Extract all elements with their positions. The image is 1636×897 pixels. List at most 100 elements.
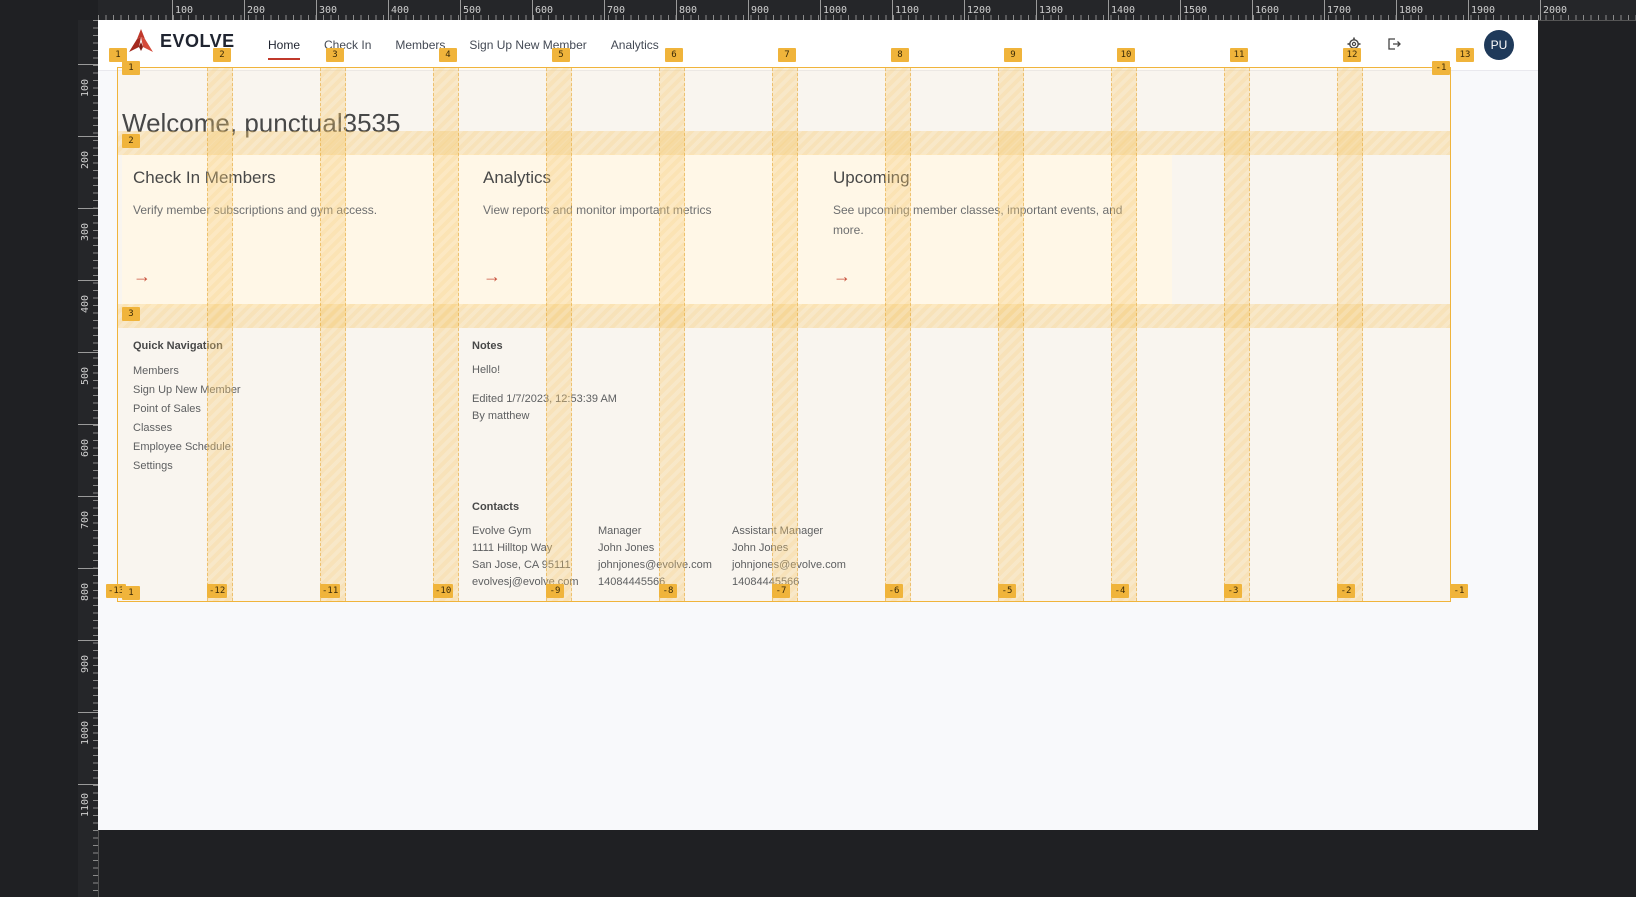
contact-phone[interactable]: 14084445566 xyxy=(598,574,732,591)
nav-link-sign-up-new-member[interactable]: Sign Up New Member xyxy=(469,32,586,58)
ruler-tick-label: 800 xyxy=(80,582,91,601)
ruler-tick-label: 1600 xyxy=(1252,0,1279,20)
ruler-tick-label: 400 xyxy=(388,0,409,20)
ruler-tick-label: 1000 xyxy=(80,720,91,745)
contact-line: San Jose, CA 95111 xyxy=(472,559,571,571)
ruler-tick-label: 1100 xyxy=(80,792,91,817)
ruler-tick-label: 800 xyxy=(676,0,697,20)
gear-icon[interactable] xyxy=(1346,37,1362,53)
card-analytics[interactable]: Analytics View reports and monitor impor… xyxy=(472,154,822,308)
contact-line: Assistant Manager xyxy=(732,525,824,537)
contacts-columns: Evolve Gym 1111 Hilltop Way San Jose, CA… xyxy=(472,523,872,591)
ruler-tick-label: 700 xyxy=(604,0,625,20)
contact-email[interactable]: johnjones@evolve.com xyxy=(732,557,872,574)
ruler-tick-label: 700 xyxy=(80,510,91,529)
ruler-tick: 200 xyxy=(78,136,98,169)
note-body: Hello! xyxy=(472,364,501,376)
ruler-tick-label: 1100 xyxy=(892,0,919,20)
logout-icon[interactable] xyxy=(1386,37,1402,53)
ruler-tick-label: 1500 xyxy=(1180,0,1207,20)
ruler-tick-label: 1700 xyxy=(1324,0,1351,20)
ruler-tick-label: 1300 xyxy=(1036,0,1063,20)
ruler-tick-label: 600 xyxy=(80,438,91,457)
ruler-tick-label: 100 xyxy=(172,0,193,20)
nav-link-check-in[interactable]: Check In xyxy=(324,32,371,58)
ruler-tick: 700 xyxy=(78,496,98,529)
quick-nav-members[interactable]: Members xyxy=(133,362,241,381)
section-title: Contacts xyxy=(472,501,520,513)
ruler-tick: 1000 xyxy=(78,712,98,745)
brand-name: EVOLVE xyxy=(160,30,235,51)
ruler-top: 100 200 300 400 500 600 700 800 900 1000 1100 1200 1… xyxy=(98,0,1636,21)
contact-line: John Jones xyxy=(598,542,655,554)
contact-line: Manager xyxy=(598,525,642,537)
ruler-tick-label: 200 xyxy=(244,0,265,20)
ruler-tick-label: 900 xyxy=(748,0,769,20)
contact-gym: Evolve Gym 1111 Hilltop Way San Jose, CA… xyxy=(472,523,598,591)
contact-assistant-manager: Assistant Manager John Jones johnjones@e… xyxy=(732,523,872,591)
quick-nav-settings[interactable]: Settings xyxy=(133,457,241,476)
ruler-tick-label: 1000 xyxy=(820,0,847,20)
ruler-tick: 400 xyxy=(78,280,98,313)
evolve-logo-icon xyxy=(129,29,153,52)
quick-nav-point-of-sales[interactable]: Point of Sales xyxy=(133,400,241,419)
contact-phone[interactable]: 14084445566 xyxy=(732,574,872,591)
card-check-in-members[interactable]: Check In Members Verify member subscript… xyxy=(122,154,472,308)
top-navigation: EVOLVE Home Check In Members Sign Up New… xyxy=(98,20,1538,71)
page-title: Welcome, punctual3535 xyxy=(122,108,401,138)
nav-links: Home Check In Members Sign Up New Member… xyxy=(268,20,659,70)
ruler-tick-label: 300 xyxy=(316,0,337,20)
card-description: See upcoming member classes, important e… xyxy=(833,203,1123,237)
contact-email[interactable]: johnjones@evolve.com xyxy=(598,557,732,574)
ruler-tick: 800 xyxy=(78,568,98,601)
note-edited: Edited 1/7/2023, 12:53:39 AM xyxy=(472,393,617,405)
nav-link-home[interactable]: Home xyxy=(268,32,301,60)
quick-nav-sign-up-new-member[interactable]: Sign Up New Member xyxy=(133,381,241,400)
ruler-tick-label: 100 xyxy=(80,78,91,97)
contact-line: Evolve Gym xyxy=(472,525,532,537)
contacts-section: Contacts Evolve Gym 1111 Hilltop Way San… xyxy=(472,501,872,591)
quick-nav-employee-schedule[interactable]: Employee Schedule xyxy=(133,438,241,457)
nav-link-members[interactable]: Members xyxy=(395,32,445,58)
arrow-right-icon[interactable]: → xyxy=(483,266,501,287)
feature-cards: Check In Members Verify member subscript… xyxy=(122,154,1172,308)
quick-nav-classes[interactable]: Classes xyxy=(133,419,241,438)
ruler-tick-label: 600 xyxy=(532,0,553,20)
ruler-tick-label: 1800 xyxy=(1396,0,1423,20)
ruler-tick-label: 1900 xyxy=(1468,0,1495,20)
ruler-tick-label: 900 xyxy=(80,654,91,673)
card-upcoming[interactable]: Upcoming See upcoming member classes, im… xyxy=(822,154,1172,308)
app-page: EVOLVE Home Check In Members Sign Up New… xyxy=(98,20,1538,830)
note-author: By matthew xyxy=(472,410,530,422)
ruler-tick: 900 xyxy=(78,640,98,673)
ruler-left: 100 200 300 400 500 600 700 800 900 1000 1100 xyxy=(78,20,99,897)
ruler-tick-label: 1200 xyxy=(964,0,991,20)
ruler-tick-label: 1400 xyxy=(1108,0,1135,20)
contact-email[interactable]: evolvesj@evolve.com xyxy=(472,574,598,591)
user-avatar[interactable]: PU xyxy=(1484,30,1514,60)
nav-link-analytics[interactable]: Analytics xyxy=(611,32,659,58)
ruler-tick: 600 xyxy=(78,424,98,457)
ruler-tick-label: 300 xyxy=(80,222,91,241)
ruler-tick-label: 200 xyxy=(80,150,91,169)
contact-line: 1111 Hilltop Way xyxy=(472,542,553,554)
section-title: Notes xyxy=(472,340,503,352)
ruler-tick-label: 500 xyxy=(460,0,481,20)
card-title: Check In Members xyxy=(133,168,276,187)
arrow-right-icon[interactable]: → xyxy=(833,266,851,287)
ruler-tick: 100 xyxy=(78,64,98,97)
notes-section: Notes Hello! Edited 1/7/2023, 12:53:39 A… xyxy=(472,340,772,425)
arrow-right-icon[interactable]: → xyxy=(133,266,151,287)
card-title: Upcoming xyxy=(833,168,910,187)
section-title: Quick Navigation xyxy=(133,340,223,352)
ruler-tick-label: 400 xyxy=(80,294,91,313)
card-description: View reports and monitor important metri… xyxy=(483,203,712,217)
contact-line: John Jones xyxy=(732,542,789,554)
ruler-tick-label: 2000 xyxy=(1540,0,1567,20)
ruler-tick-label: 500 xyxy=(80,366,91,385)
quick-navigation: Quick Navigation Members Sign Up New Mem… xyxy=(133,340,241,476)
brand-logo[interactable]: EVOLVE xyxy=(128,28,235,54)
ruler-tick: 1100 xyxy=(78,784,98,817)
contact-manager: Manager John Jones johnjones@evolve.com … xyxy=(598,523,732,591)
card-description: Verify member subscriptions and gym acce… xyxy=(133,203,378,217)
